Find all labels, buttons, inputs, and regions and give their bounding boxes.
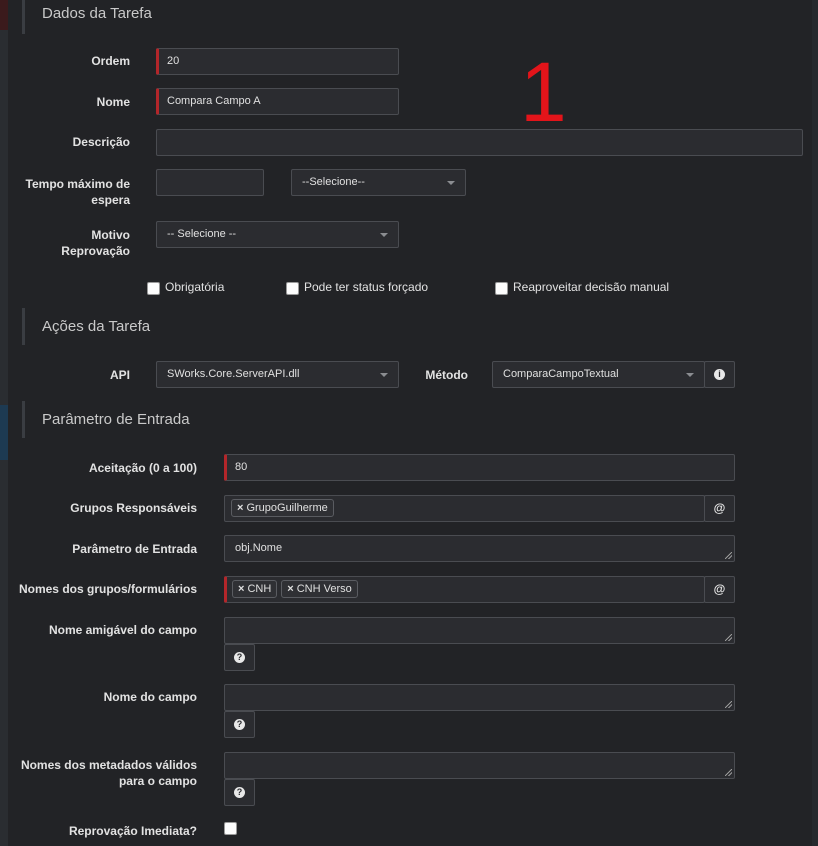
metadados-textarea[interactable] <box>224 752 735 779</box>
status-forcado-checkbox[interactable] <box>286 282 299 295</box>
section-divider <box>22 0 25 34</box>
label-nome-campo: Nome do campo <box>103 690 197 704</box>
section-divider <box>22 401 25 438</box>
obrigatoria-label: Obrigatória <box>165 280 225 294</box>
chevron-down-icon <box>447 181 455 185</box>
section-title-dados: Dados da Tarefa <box>42 5 152 22</box>
label-metadados-line2: para o campo <box>118 774 197 788</box>
tag-remove-icon[interactable]: × <box>237 502 243 514</box>
parametro-textarea[interactable]: obj.Nome <box>224 535 735 562</box>
api-value: SWorks.Core.ServerAPI.dll <box>167 368 300 380</box>
nome-campo-textarea[interactable] <box>224 684 735 711</box>
reaproveitar-label: Reaproveitar decisão manual <box>513 280 670 294</box>
tempo-input[interactable] <box>156 169 264 196</box>
label-metadados-line1: Nomes dos metadados válidos <box>20 758 197 772</box>
metadados-help-button[interactable]: ? <box>224 779 255 806</box>
label-tempo-line1: Tempo máximo de <box>25 177 130 191</box>
label-descricao: Descrição <box>72 135 130 149</box>
reaproveitar-checkbox[interactable] <box>495 282 508 295</box>
label-reprovacao: Reprovação Imediata? <box>68 824 197 838</box>
nomes-grupos-tag-input[interactable]: × CNH × CNH Verso <box>224 576 705 603</box>
tempo-unit-value: --Selecione-- <box>302 176 365 188</box>
background-tint <box>0 405 8 460</box>
metodo-value: ComparaCampoTextual <box>503 368 619 380</box>
help-icon: ? <box>234 652 245 664</box>
tag-label: CNH Verso <box>296 583 352 595</box>
reprovacao-imediata-checkbox[interactable] <box>224 822 237 835</box>
label-motivo: Motivo Reprovação <box>28 227 130 259</box>
section-title-parametro: Parâmetro de Entrada <box>42 411 190 428</box>
grupos-tag-input[interactable]: × GrupoGuilherme <box>224 495 705 522</box>
background-page-right <box>812 0 818 846</box>
background-tint <box>0 0 8 30</box>
label-ordem: Ordem <box>91 54 130 68</box>
resize-grip-icon[interactable] <box>725 634 732 641</box>
parametro-value: obj.Nome <box>235 542 283 554</box>
nome-amigavel-textarea[interactable] <box>224 617 735 644</box>
annotation-number: 1 <box>520 45 567 139</box>
ordem-input[interactable]: 20 <box>156 48 399 75</box>
label-motivo-line2: Reprovação <box>61 244 130 258</box>
api-select[interactable]: SWorks.Core.ServerAPI.dll <box>156 361 399 388</box>
label-aceitacao: Aceitação (0 a 100) <box>88 461 197 475</box>
tag-chip: × GrupoGuilherme <box>231 499 334 517</box>
section-divider <box>22 308 25 345</box>
obrigatoria-checkbox[interactable] <box>147 282 160 295</box>
label-parametro: Parâmetro de Entrada <box>72 542 197 556</box>
tag-chip: × CNH Verso <box>281 580 358 598</box>
label-tempo-line2: espera <box>91 193 130 207</box>
help-icon: ? <box>234 787 245 799</box>
resize-grip-icon[interactable] <box>725 701 732 708</box>
metodo-select[interactable]: ComparaCampoTextual <box>492 361 705 388</box>
label-tempo: Tempo máximo de espera <box>18 176 130 208</box>
label-metodo: Método <box>425 368 468 382</box>
tag-chip: × CNH <box>232 580 278 598</box>
nome-amigavel-help-button[interactable]: ? <box>224 644 255 671</box>
tag-remove-icon[interactable]: × <box>238 583 244 595</box>
background-page-left <box>0 0 8 846</box>
label-grupos: Grupos Responsáveis <box>70 501 197 515</box>
tempo-unit-select[interactable]: --Selecione-- <box>291 169 466 196</box>
task-modal: 1 Dados da Tarefa Ordem 20 Nome Compara … <box>8 0 812 846</box>
label-nome-amigavel: Nome amigável do campo <box>48 623 197 637</box>
tag-remove-icon[interactable]: × <box>287 583 293 595</box>
status-forcado-label: Pode ter status forçado <box>304 280 429 294</box>
chevron-down-icon <box>380 373 388 377</box>
resize-grip-icon[interactable] <box>725 769 732 776</box>
section-title-acoes: Ações da Tarefa <box>42 318 151 335</box>
resize-grip-icon[interactable] <box>725 552 732 559</box>
info-icon: i <box>714 369 725 381</box>
metodo-info-button[interactable]: i <box>704 361 735 388</box>
nome-campo-help-button[interactable]: ? <box>224 711 255 738</box>
help-icon: ? <box>234 719 245 731</box>
tag-label: CNH <box>247 583 272 595</box>
nome-input[interactable]: Compara Campo A <box>156 88 399 115</box>
nomes-grupos-at-button[interactable]: @ <box>704 576 735 603</box>
label-motivo-line1: Motivo <box>91 228 130 242</box>
label-nome: Nome <box>96 95 130 109</box>
tag-label: GrupoGuilherme <box>246 502 328 514</box>
chevron-down-icon <box>380 233 388 237</box>
aceitacao-input[interactable]: 80 <box>224 454 735 481</box>
descricao-input[interactable] <box>156 129 803 156</box>
motivo-value: -- Selecione -- <box>167 228 237 240</box>
chevron-down-icon <box>686 373 694 377</box>
label-nomes-grupos: Nomes dos grupos/formulários <box>18 582 197 596</box>
label-metadados: Nomes dos metadados válidos para o campo <box>8 757 197 789</box>
label-api: API <box>109 368 130 382</box>
grupos-at-button[interactable]: @ <box>704 495 735 522</box>
motivo-select[interactable]: -- Selecione -- <box>156 221 399 248</box>
